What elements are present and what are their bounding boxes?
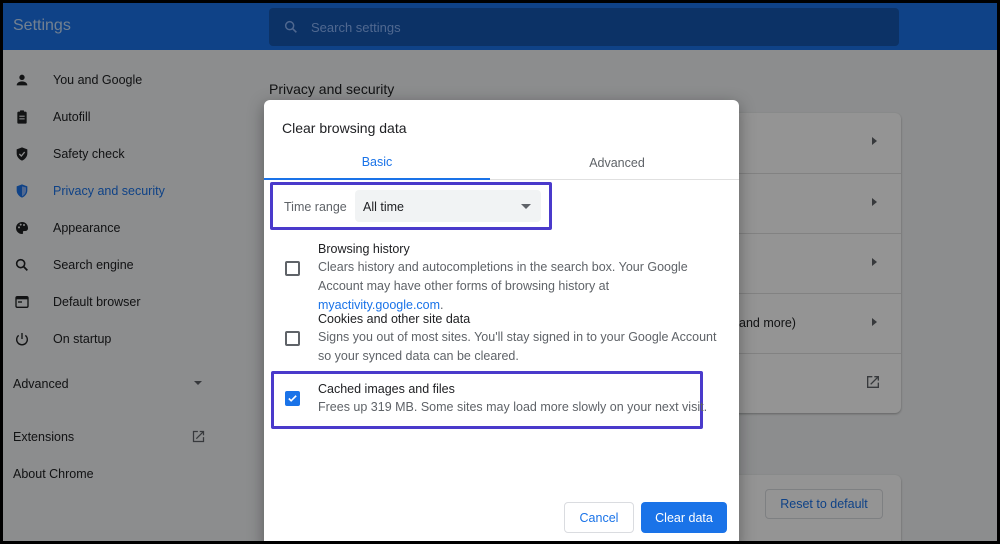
option-description: Frees up 319 MB. Some sites may load mor… — [318, 400, 708, 414]
option-title: Cached images and files — [318, 382, 455, 396]
settings-window: Settings Search settings You and Google … — [3, 3, 997, 541]
checkmark-icon — [288, 395, 297, 402]
dialog-tabs: Basic Advanced — [264, 146, 739, 180]
option-description: Clears history and autocompletions in th… — [318, 258, 728, 315]
dropdown-caret-icon — [521, 204, 531, 209]
cached-images-checkbox[interactable] — [285, 391, 300, 406]
clear-data-button[interactable]: Clear data — [641, 502, 727, 533]
cookies-checkbox[interactable] — [285, 331, 300, 346]
cancel-button[interactable]: Cancel — [564, 502, 634, 533]
clear-browsing-data-dialog: Clear browsing data Basic Advanced Time … — [264, 100, 739, 541]
option-description: Signs you out of most sites. You'll stay… — [318, 330, 717, 363]
option-title: Cookies and other site data — [318, 312, 471, 326]
option-description-text: Clears history and autocompletions in th… — [318, 260, 688, 293]
dialog-title: Clear browsing data — [282, 120, 407, 136]
tab-basic[interactable]: Basic — [264, 146, 490, 180]
option-description-suffix: . — [440, 298, 444, 312]
tab-advanced[interactable]: Advanced — [504, 146, 730, 180]
time-range-label: Time range — [284, 200, 347, 214]
browsing-history-checkbox[interactable] — [285, 261, 300, 276]
time-range-value: All time — [363, 200, 404, 214]
myactivity-link[interactable]: myactivity.google.com — [318, 298, 440, 312]
option-title: Browsing history — [318, 242, 410, 256]
time-range-select[interactable]: All time — [355, 190, 541, 222]
